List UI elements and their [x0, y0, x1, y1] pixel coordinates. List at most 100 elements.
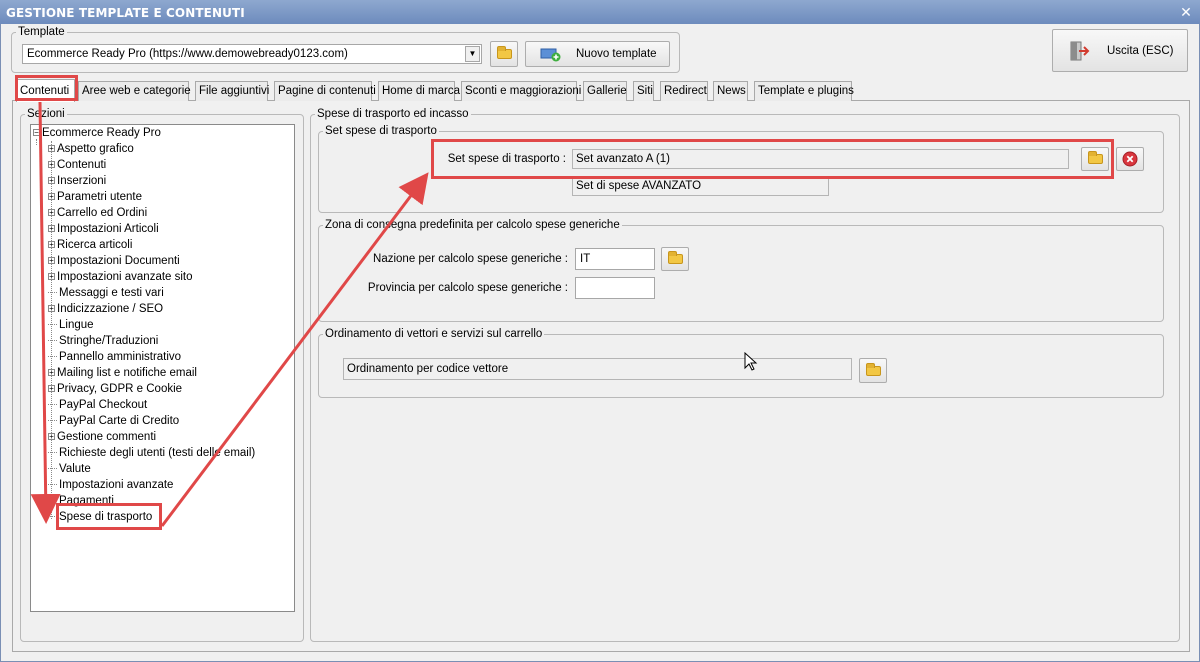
tree-connector — [48, 420, 57, 421]
tab-sconti[interactable]: Sconti e maggiorazioni — [461, 81, 581, 101]
tree-item-label: PayPal Carte di Credito — [59, 415, 180, 427]
new-template-label: Nuovo template — [576, 48, 657, 60]
sidebar-item-messaggi-e-testi-vari[interactable]: Messaggi e testi vari — [48, 286, 164, 300]
mouse-cursor-icon — [744, 352, 758, 371]
sidebar-item-aspetto-grafico[interactable]: + Aspetto grafico — [48, 142, 134, 156]
tab-aree-web[interactable]: Aree web e categorie — [78, 81, 191, 101]
order-field[interactable]: Ordinamento per codice vettore — [343, 358, 852, 380]
tab-file-aggiuntivi[interactable]: File aggiuntivi — [195, 81, 269, 101]
template-select[interactable]: Ecommerce Ready Pro (https://www.demoweb… — [22, 44, 482, 64]
expand-icon[interactable]: + — [48, 161, 55, 169]
tree-item-label: Carrello ed Ordini — [57, 207, 148, 219]
chevron-down-icon[interactable]: ▼ — [465, 46, 480, 62]
sidebar-item-ricerca-articoli[interactable]: + Ricerca articoli — [48, 238, 132, 252]
sidebar-item-contenuti[interactable]: + Contenuti — [48, 158, 106, 172]
sidebar-item-paypal-checkout[interactable]: PayPal Checkout — [48, 398, 147, 412]
set-group-legend: Set spese di trasporto — [325, 125, 437, 137]
tree-connector — [48, 484, 57, 485]
tab-redirect[interactable]: Redirect — [660, 81, 708, 101]
folder-icon — [667, 251, 683, 264]
sidebar-item-impostazioni-avanzate[interactable]: Impostazioni avanzate — [48, 478, 173, 492]
exit-button[interactable]: Uscita (ESC) — [1052, 29, 1188, 72]
expand-icon[interactable]: + — [48, 177, 55, 185]
template-legend: Template — [18, 26, 65, 38]
tree-item-label: Stringhe/Traduzioni — [59, 335, 159, 347]
sidebar-item-impostazioni-articoli[interactable]: + Impostazioni Articoli — [48, 222, 159, 236]
sidebar-item-indicizzazione-seo[interactable]: + Indicizzazione / SEO — [48, 302, 163, 316]
content-legend: Spese di trasporto ed incasso — [317, 108, 469, 120]
sidebar-item-lingue[interactable]: Lingue — [48, 318, 94, 332]
tree-connector — [48, 292, 57, 293]
sidebar-item-richieste-degli-utenti-testi-delle-email[interactable]: Richieste degli utenti (testi delle emai… — [48, 446, 255, 460]
tab-siti[interactable]: Siti — [633, 81, 654, 101]
tree-connector — [48, 468, 57, 469]
nation-label: Nazione per calcolo spese generiche : — [373, 253, 568, 265]
window-title: GESTIONE TEMPLATE E CONTENUTI — [6, 6, 245, 20]
highlight-tab-contenuti — [15, 75, 78, 101]
tree-item-label: Inserzioni — [57, 175, 107, 187]
tree-item-label: Mailing list e notifiche email — [57, 367, 197, 379]
sidebar-item-carrello-ed-ordini[interactable]: + Carrello ed Ordini — [48, 206, 147, 220]
new-template-button[interactable]: Nuovo template — [525, 41, 670, 67]
expand-icon[interactable]: + — [48, 145, 55, 153]
zone-group-legend: Zona di consegna predefinita per calcolo… — [325, 219, 620, 231]
expand-icon[interactable]: + — [48, 241, 55, 249]
sidebar-item-valute[interactable]: Valute — [48, 462, 91, 476]
tab-home-marca[interactable]: Home di marca — [378, 81, 460, 101]
sidebar-item-mailing-list-e-notifiche-email[interactable]: + Mailing list e notifiche email — [48, 366, 197, 380]
province-input[interactable] — [575, 277, 655, 299]
sidebar-item-impostazioni-documenti[interactable]: + Impostazioni Documenti — [48, 254, 180, 268]
expand-icon[interactable]: + — [48, 257, 55, 265]
sidebar-item-inserzioni[interactable]: + Inserzioni — [48, 174, 106, 188]
tree-item-label: PayPal Checkout — [59, 399, 148, 411]
nation-input[interactable]: IT — [575, 248, 655, 270]
tab-news[interactable]: News — [713, 81, 748, 101]
window-titlebar: GESTIONE TEMPLATE E CONTENUTI ✕ — [0, 0, 1200, 24]
exit-door-icon — [1070, 41, 1090, 60]
browse-order-button[interactable] — [859, 358, 887, 383]
close-icon[interactable]: ✕ — [1180, 0, 1192, 26]
sidebar-item-gestione-commenti[interactable]: + Gestione commenti — [48, 430, 156, 444]
zone-group: Zona di consegna predefinita per calcolo… — [318, 219, 1164, 322]
expand-icon[interactable]: + — [48, 273, 55, 281]
tree-root[interactable]: − Ecommerce Ready Pro — [33, 126, 161, 140]
browse-nation-button[interactable] — [661, 247, 689, 271]
sidebar-item-stringhe-traduzioni[interactable]: Stringhe/Traduzioni — [48, 334, 158, 348]
sidebar-item-parametri-utente[interactable]: + Parametri utente — [48, 190, 142, 204]
expand-icon[interactable]: + — [48, 433, 55, 441]
expand-icon[interactable]: + — [48, 225, 55, 233]
tree-item-label: Impostazioni avanzate sito — [57, 271, 193, 283]
sidebar-item-privacy-gdpr-e-cookie[interactable]: + Privacy, GDPR e Cookie — [48, 382, 182, 396]
tab-template-plugins[interactable]: Template e plugins — [754, 81, 854, 101]
template-select-value: Ecommerce Ready Pro (https://www.demoweb… — [27, 48, 348, 60]
highlight-set-field — [431, 139, 1114, 179]
tree-item-label: Messaggi e testi vari — [59, 287, 164, 299]
expand-icon[interactable]: + — [48, 369, 55, 377]
sidebar-item-paypal-carte-di-credito[interactable]: PayPal Carte di Credito — [48, 414, 179, 428]
tree-item-label: Parametri utente — [57, 191, 143, 203]
expand-icon[interactable]: + — [48, 193, 55, 201]
expand-icon[interactable]: + — [48, 305, 55, 313]
tree-connector — [48, 356, 57, 357]
new-template-icon — [540, 48, 561, 62]
tree-connector — [48, 500, 57, 501]
remove-set-button[interactable] — [1116, 147, 1144, 171]
collapse-icon[interactable]: − — [33, 129, 40, 137]
sidebar-item-pannello-amministrativo[interactable]: Pannello amministrativo — [48, 350, 181, 364]
expand-icon[interactable]: + — [48, 209, 55, 217]
tree-connector — [48, 452, 57, 453]
sidebar-item-impostazioni-avanzate-sito[interactable]: + Impostazioni avanzate sito — [48, 270, 193, 284]
delete-icon — [1122, 151, 1138, 167]
sections-legend: Sezioni — [27, 108, 65, 120]
tab-gallerie[interactable]: Gallerie — [583, 81, 627, 101]
tree-connector — [48, 324, 57, 325]
browse-template-button[interactable] — [490, 41, 518, 67]
province-label: Provincia per calcolo spese generiche : — [367, 282, 568, 294]
tree-item-label: Impostazioni Articoli — [57, 223, 159, 235]
tab-pagine-contenuti[interactable]: Pagine di contenuti — [274, 81, 376, 101]
expand-icon[interactable]: + — [48, 385, 55, 393]
tree-connector — [48, 404, 57, 405]
set-description: Set di spese AVANZATO — [572, 177, 829, 196]
tree-item-label: Richieste degli utenti (testi delle emai… — [59, 447, 256, 459]
order-group-legend: Ordinamento di vettori e servizi sul car… — [325, 328, 543, 340]
